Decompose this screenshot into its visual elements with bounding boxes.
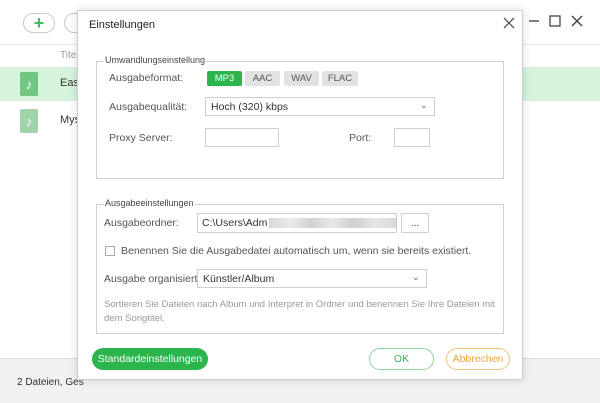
format-mp3-button[interactable]: MP3 bbox=[207, 71, 242, 86]
ok-button[interactable]: OK bbox=[369, 348, 434, 370]
settings-dialog: Einstellungen Umwandlungseinstellung Aus… bbox=[77, 10, 523, 380]
conversion-settings-group: Umwandlungseinstellung Ausgabeformat: MP… bbox=[96, 55, 504, 179]
format-wav-button[interactable]: WAV bbox=[284, 71, 319, 86]
chevron-down-icon: ⌄ bbox=[419, 100, 428, 111]
output-folder-label: Ausgabeordner: bbox=[104, 217, 179, 229]
status-text: 2 Dateien, Ges bbox=[17, 377, 84, 388]
organize-hint: Sortieren Sie Dateien nach Album und Int… bbox=[104, 299, 495, 324]
minimize-icon[interactable] bbox=[527, 14, 541, 28]
format-label: Ausgabeformat: bbox=[109, 72, 184, 84]
output-folder-value: C:\Users\Adm bbox=[202, 217, 268, 229]
organize-select-value: Künstler/Album bbox=[203, 272, 275, 285]
column-title[interactable]: Titel bbox=[60, 50, 79, 61]
group-legend: Ausgabeeinstellungen bbox=[104, 198, 195, 208]
auto-rename-checkbox[interactable] bbox=[105, 246, 115, 256]
defaults-button[interactable]: Standardeinstellungen bbox=[92, 348, 208, 370]
close-icon[interactable] bbox=[503, 17, 515, 29]
port-label: Port: bbox=[349, 132, 372, 144]
dialog-title: Einstellungen bbox=[89, 19, 156, 31]
add-button[interactable]: + bbox=[23, 13, 55, 33]
format-flac-button[interactable]: FLAC bbox=[322, 71, 358, 86]
group-legend: Umwandlungseinstellung bbox=[104, 55, 207, 65]
cancel-button[interactable]: Abbrechen bbox=[446, 348, 510, 370]
proxy-label: Proxy Server: bbox=[109, 132, 173, 144]
music-note-icon: ♪ bbox=[20, 109, 38, 133]
output-settings-group: Ausgabeeinstellungen Ausgabeordner: C:\U… bbox=[96, 198, 504, 334]
auto-rename-label: Benennen Sie die Ausgabedatei automatisc… bbox=[121, 245, 472, 257]
browse-button[interactable]: ... bbox=[401, 213, 429, 233]
format-aac-button[interactable]: AAC bbox=[245, 71, 280, 86]
quality-select[interactable]: Hoch (320) kbps ⌄ bbox=[205, 97, 435, 116]
organize-select[interactable]: Künstler/Album ⌄ bbox=[197, 269, 427, 288]
redacted-path bbox=[269, 218, 396, 228]
port-input[interactable] bbox=[394, 128, 430, 147]
plus-icon: + bbox=[33, 13, 45, 33]
quality-select-value: Hoch (320) kbps bbox=[211, 100, 289, 113]
output-folder-input[interactable]: C:\Users\Adm bbox=[197, 213, 397, 233]
chevron-down-icon: ⌄ bbox=[411, 272, 420, 283]
window-close-icon[interactable] bbox=[570, 14, 584, 28]
maximize-icon[interactable] bbox=[548, 14, 562, 28]
organize-label: Ausgabe organisiert: bbox=[104, 273, 201, 285]
quality-label: Ausgabequalität: bbox=[109, 101, 188, 113]
proxy-server-input[interactable] bbox=[205, 128, 279, 147]
music-note-icon: ♪ bbox=[20, 72, 38, 96]
